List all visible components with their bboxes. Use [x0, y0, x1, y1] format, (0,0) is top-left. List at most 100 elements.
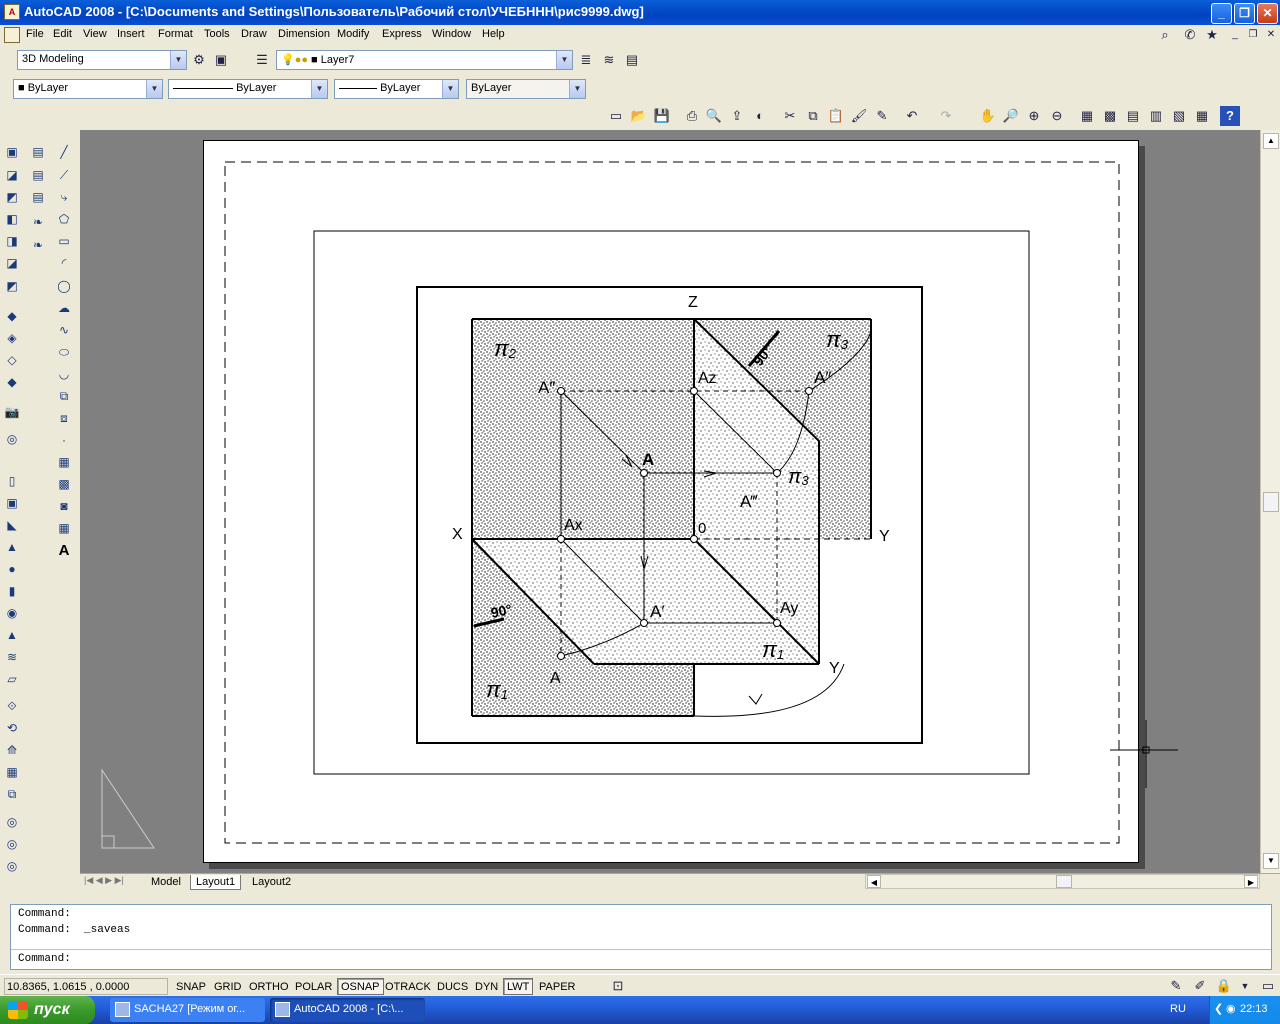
- view2-icon[interactable]: ◎: [1, 834, 23, 855]
- tab-layout2[interactable]: Layout2: [247, 875, 296, 890]
- annotation-visibility-icon[interactable]: ✐: [1190, 976, 1210, 996]
- tab-model[interactable]: Model: [146, 875, 186, 890]
- ellipse-icon[interactable]: ⬭: [53, 342, 75, 363]
- grid-toggle[interactable]: GRID: [210, 978, 246, 995]
- save-workspace-icon[interactable]: ▣: [211, 50, 231, 70]
- lwt-toggle[interactable]: LWT: [503, 978, 534, 995]
- plot-preview-icon[interactable]: 🔍: [704, 106, 724, 126]
- sweep-icon[interactable]: ◨: [1, 231, 23, 252]
- publish-icon[interactable]: ⇪: [727, 106, 747, 126]
- layer-tool4-icon[interactable]: ❧: [27, 212, 49, 233]
- menu-format[interactable]: Format: [158, 28, 193, 40]
- camera-icon[interactable]: 📷: [1, 402, 23, 423]
- menu-view[interactable]: View: [83, 28, 107, 40]
- polysolid-icon[interactable]: ▯: [1, 471, 23, 492]
- arc-icon[interactable]: ◜: [53, 253, 75, 274]
- layer-tool-icon[interactable]: ▤: [27, 142, 49, 163]
- restore-button[interactable]: ❐: [1234, 3, 1255, 24]
- workspace-settings-icon[interactable]: ⚙: [189, 50, 209, 70]
- favorites-icon[interactable]: ★: [1202, 25, 1222, 45]
- undo-icon[interactable]: ↶: [902, 106, 922, 126]
- lock-icon[interactable]: 🔒: [1214, 976, 1234, 996]
- presspull-icon[interactable]: ◩: [1, 276, 23, 297]
- start-button[interactable]: пуск: [0, 996, 95, 1024]
- copy-icon[interactable]: ⧉: [803, 106, 823, 126]
- 3d-array-icon[interactable]: ▦: [1, 762, 23, 783]
- otrack-toggle[interactable]: OTRACK: [381, 978, 435, 995]
- snap-toggle[interactable]: SNAP: [172, 978, 210, 995]
- zoom-window-icon[interactable]: ⊕: [1024, 106, 1044, 126]
- open-file-icon[interactable]: 📂: [629, 106, 649, 126]
- hatch-icon[interactable]: ▦: [53, 452, 75, 473]
- box-icon[interactable]: ▣: [1, 493, 23, 514]
- pan-icon[interactable]: ✋: [978, 106, 998, 126]
- 3d-dwf-icon[interactable]: ◐: [750, 106, 770, 126]
- line-icon[interactable]: ╱: [53, 142, 75, 163]
- table-icon[interactable]: ▦: [53, 518, 75, 539]
- cylinder-icon[interactable]: ▮: [1, 581, 23, 602]
- rectangle-icon[interactable]: ▭: [53, 231, 75, 252]
- properties-icon[interactable]: ▦: [1077, 106, 1097, 126]
- menu-tools[interactable]: Tools: [204, 28, 230, 40]
- 3d-mirror-icon[interactable]: ⧉: [1, 784, 23, 805]
- polar-toggle[interactable]: POLAR: [291, 978, 336, 995]
- torus-icon[interactable]: ◉: [1, 603, 23, 624]
- scroll-left-icon[interactable]: ◀: [867, 875, 881, 888]
- union-icon[interactable]: ◆: [1, 306, 23, 327]
- helix-icon[interactable]: ≋: [1, 647, 23, 668]
- color-dropdown[interactable]: ■ ByLayer ▼: [13, 79, 163, 99]
- doc-minimize-icon[interactable]: _: [1225, 25, 1245, 45]
- new-file-icon[interactable]: ▭: [606, 106, 626, 126]
- insert-block-icon[interactable]: ⧉: [53, 386, 75, 407]
- workspace-dropdown[interactable]: 3D Modeling ▼: [17, 50, 187, 70]
- communication-center-icon[interactable]: ✆: [1180, 25, 1200, 45]
- pyramid-icon[interactable]: ▲: [1, 625, 23, 646]
- layer-dropdown[interactable]: 💡●● ■ Layer7 ▼: [276, 50, 573, 70]
- help-icon[interactable]: ?: [1220, 106, 1240, 126]
- make-current-layer-icon[interactable]: ≣: [576, 50, 596, 70]
- 3d-move-icon[interactable]: ⟐: [1, 696, 23, 717]
- scroll-thumb[interactable]: [1263, 492, 1279, 512]
- layer-states-icon[interactable]: ▤: [622, 50, 642, 70]
- drawing-viewport[interactable]: Z X Y Y 0 π2 π3 π1 π1 π3 A″ Az A″ A A‴ A…: [80, 130, 1260, 873]
- zoom-previous-icon[interactable]: ⊖: [1047, 106, 1067, 126]
- command-window[interactable]: Command: Command: _saveas Command:: [10, 904, 1272, 970]
- revision-cloud-icon[interactable]: ☁: [53, 298, 75, 319]
- tray-arrow-icon[interactable]: ❮: [1214, 1002, 1223, 1015]
- region-icon[interactable]: ◙: [53, 496, 75, 517]
- planar-surface-icon[interactable]: ▱: [1, 669, 23, 690]
- layer-tool2-icon[interactable]: ▤: [27, 165, 49, 186]
- polygon-icon[interactable]: ⬠: [53, 209, 75, 230]
- menu-help[interactable]: Help: [482, 28, 505, 40]
- lineweight-dropdown[interactable]: ByLayer ▼: [334, 79, 459, 99]
- tool-palettes-icon[interactable]: ▤: [1123, 106, 1143, 126]
- calculator-icon[interactable]: ▦: [1192, 106, 1212, 126]
- menu-express[interactable]: Express: [382, 28, 422, 40]
- menu-file[interactable]: File: [26, 28, 44, 40]
- scroll-down-icon[interactable]: ▼: [1263, 853, 1279, 869]
- doc-restore-icon[interactable]: ❐: [1243, 25, 1263, 45]
- polyline-icon[interactable]: ⤷: [53, 187, 75, 208]
- paste-icon[interactable]: 📋: [826, 106, 846, 126]
- autocad-app-icon[interactable]: A: [4, 4, 20, 20]
- menu-insert[interactable]: Insert: [117, 28, 145, 40]
- layer-previous-icon[interactable]: ≋: [599, 50, 619, 70]
- menu-modify[interactable]: Modify: [337, 28, 369, 40]
- view-icon[interactable]: ◎: [1, 812, 23, 833]
- point-icon[interactable]: ·: [53, 430, 75, 451]
- paper-toggle[interactable]: PAPER: [535, 978, 579, 995]
- ortho-toggle[interactable]: ORTHO: [245, 978, 293, 995]
- cut-icon[interactable]: ✂: [780, 106, 800, 126]
- dyn-toggle[interactable]: DYN: [471, 978, 502, 995]
- wedge-icon[interactable]: ◪: [1, 165, 23, 186]
- block-editor-icon[interactable]: ✎: [872, 106, 892, 126]
- close-button[interactable]: ✕: [1257, 3, 1278, 24]
- subtract-icon[interactable]: ◈: [1, 328, 23, 349]
- modeling-box-icon[interactable]: ▣: [1, 142, 23, 163]
- spline-icon[interactable]: ∿: [53, 320, 75, 341]
- menu-window[interactable]: Window: [432, 28, 471, 40]
- circle-icon[interactable]: ◯: [53, 276, 75, 297]
- markup-icon[interactable]: ▧: [1169, 106, 1189, 126]
- maximize-viewport-icon[interactable]: ⊡: [608, 976, 628, 996]
- intersect-icon[interactable]: ◇: [1, 350, 23, 371]
